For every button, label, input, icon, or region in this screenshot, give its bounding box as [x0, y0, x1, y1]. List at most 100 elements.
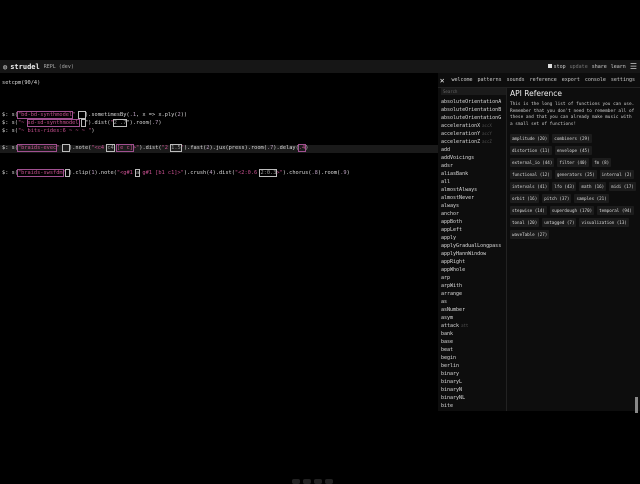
function-list-item[interactable]: base [441, 338, 507, 346]
function-list-item[interactable]: asym [441, 314, 507, 322]
tag-filter-button[interactable]: temporal (94) [597, 206, 634, 215]
tag-filter-button[interactable]: envelope (45) [554, 146, 592, 155]
function-list-item[interactable]: appBoth [441, 218, 507, 226]
function-list-item[interactable]: almostAlways [441, 186, 507, 194]
function-list-item[interactable]: arpWith [441, 282, 507, 290]
function-list-item[interactable]: applyGradualLongpass [441, 242, 507, 250]
function-list-item[interactable]: absoluteOrientationA [441, 98, 507, 106]
function-list-item[interactable]: absoluteOrientationB [441, 106, 507, 114]
function-alias: accZ [482, 139, 492, 144]
function-list-item[interactable]: almostNever [441, 194, 507, 202]
function-list-item[interactable]: all [441, 178, 507, 186]
code-line[interactable]: $: s("bd-bd-synthmodel" ).sometimesBy(.1… [2, 111, 188, 119]
function-list-item[interactable]: bite [441, 402, 507, 410]
tab-settings[interactable]: settings [611, 77, 635, 83]
tab-reference[interactable]: reference [530, 77, 557, 83]
function-list-item[interactable]: as [441, 298, 507, 306]
tag-filter-button[interactable]: filter (40) [557, 158, 590, 167]
tag-filter-button[interactable]: combiners (29) [552, 134, 592, 143]
function-name: accelerationX [441, 123, 481, 129]
function-list-item[interactable]: accelerationY accY [441, 130, 507, 138]
code-line[interactable]: $: s("braids-evec" ).note("<c4 c4 [e c]>… [2, 144, 308, 152]
tag-filter-button[interactable]: tonal (20) [510, 218, 540, 227]
tag-filter-button[interactable]: functional (12) [510, 170, 552, 179]
tag-filter-button[interactable]: midi (17) [609, 182, 636, 191]
tab-welcome[interactable]: welcome [451, 77, 472, 83]
side-panel: ✕ welcome patterns sounds reference expo… [438, 73, 640, 411]
tab-console[interactable]: console [585, 77, 606, 83]
tag-filter-button[interactable]: fm (8) [592, 158, 612, 167]
function-list-item[interactable]: apply [441, 234, 507, 242]
update-button[interactable]: update [570, 64, 588, 70]
tab-export[interactable]: export [562, 77, 580, 83]
function-list-item[interactable]: appRight [441, 258, 507, 266]
code-token: ) [158, 120, 162, 126]
function-name: appWhole [441, 267, 466, 273]
function-list-item[interactable]: binaryN [441, 386, 507, 394]
menu-icon[interactable]: ☰ [630, 62, 637, 71]
function-alias: att [461, 323, 469, 328]
tag-filter-button[interactable]: orbit (16) [510, 194, 540, 203]
code-line[interactable]: $: s("~ bits-rides:6 ~ ~ ~ ") [2, 128, 95, 135]
tag-filter-button[interactable]: distortion (11) [510, 146, 552, 155]
function-list-item[interactable]: appWhole [441, 266, 507, 274]
tag-filter-button[interactable]: superdough (170) [549, 206, 595, 215]
function-name: anchor [441, 211, 460, 217]
function-list-item[interactable]: absoluteOrientationG [441, 114, 507, 122]
tag-filter-button[interactable]: internal (2) [599, 170, 634, 179]
code-token: )) [180, 112, 188, 118]
function-list-item[interactable]: applyHannWindow [441, 250, 507, 258]
code-token: $: s( [2, 170, 18, 176]
learn-button[interactable]: learn [611, 64, 626, 70]
function-search-input[interactable]: Search [441, 88, 507, 95]
function-list-item[interactable]: accelerationZ accZ [441, 138, 507, 146]
function-list-item[interactable]: adsr [441, 162, 507, 170]
tag-filter-button[interactable]: generators (25) [554, 170, 597, 179]
function-list-item[interactable]: binaryL [441, 378, 507, 386]
tag-filter-button[interactable]: visualization (13) [579, 218, 629, 227]
function-list-item[interactable]: begin [441, 354, 507, 362]
code-token: ).fast( [183, 145, 207, 151]
function-list-item[interactable]: accelerationX accX [441, 122, 507, 130]
code-token: ).room( [317, 170, 341, 176]
code-editor[interactable]: setcpm(90/4) $: s("bd-bd-synthmodel" ).so… [0, 73, 438, 484]
stop-button[interactable]: stop [547, 64, 566, 70]
tab-patterns[interactable]: patterns [478, 77, 502, 83]
function-list-item[interactable]: add [441, 146, 507, 154]
function-list-item[interactable]: arrange [441, 290, 507, 298]
function-name: appBoth [441, 219, 463, 225]
function-list-item[interactable]: binaryNL [441, 394, 507, 402]
function-list-item[interactable]: addVoicings [441, 154, 507, 162]
tag-filter-button[interactable]: external_io (44) [510, 158, 555, 167]
tab-sounds[interactable]: sounds [507, 77, 525, 83]
tag-filter-button[interactable]: pitch (37) [542, 194, 572, 203]
code-token: ).crush( [183, 170, 210, 176]
function-list-item[interactable]: berlin [441, 362, 507, 370]
share-button[interactable]: share [592, 64, 607, 70]
function-list-item[interactable]: appLeft [441, 226, 507, 234]
function-list-item[interactable]: aliasBank [441, 170, 507, 178]
tag-filter-button[interactable]: amplitude (20) [510, 134, 550, 143]
function-list-item[interactable]: beat [441, 346, 507, 354]
function-list-item[interactable]: always [441, 202, 507, 210]
tag-filter-button[interactable]: intervals (41) [510, 182, 550, 191]
tag-filter-button[interactable]: stepwise (14) [510, 206, 547, 215]
function-list-item[interactable]: anchor [441, 210, 507, 218]
function-name: accelerationZ [441, 139, 481, 145]
page-scrollbar[interactable] [635, 397, 638, 413]
close-panel-icon[interactable]: ✕ [438, 76, 446, 85]
code-line[interactable]: $: s("~ sd-sd-synthmodel ").dist("2 .7")… [2, 119, 162, 127]
tag-filter-button[interactable]: untagged (7) [542, 218, 577, 227]
function-list-item[interactable]: asNumber [441, 306, 507, 314]
code-line[interactable]: $: s("braids-swsfdm" ).clip(1).note("<g#… [2, 169, 350, 177]
function-list-item[interactable]: bank [441, 330, 507, 338]
function-list-item[interactable]: binary [441, 370, 507, 378]
tag-filter-button[interactable]: lfo (43) [552, 182, 577, 191]
code-line[interactable]: setcpm(90/4) [2, 80, 40, 87]
tag-filter-button[interactable]: samples (21) [574, 194, 609, 203]
tag-filter-button[interactable]: math (16) [579, 182, 607, 191]
tag-filter-button[interactable]: waveTable (27) [510, 230, 550, 239]
function-list-item[interactable]: attack att [441, 322, 507, 330]
function-alias: accX [482, 123, 492, 128]
function-list-item[interactable]: arp [441, 274, 507, 282]
